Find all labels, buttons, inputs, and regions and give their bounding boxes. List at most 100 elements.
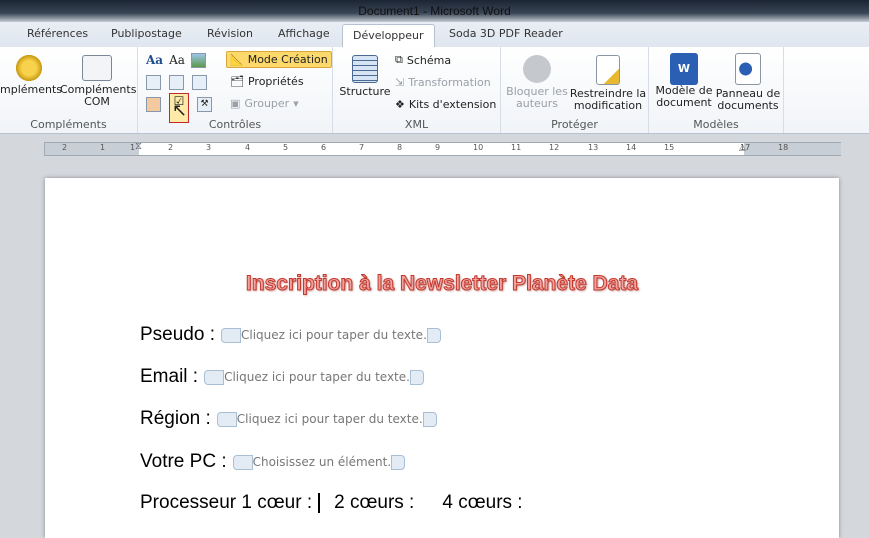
- window-title: Document1 - Microsoft Word: [358, 4, 511, 18]
- panneau-documents-button[interactable]: Panneau de documents: [715, 53, 781, 112]
- properties-icon: 🗂: [230, 75, 244, 88]
- mode-creation-label: Mode Création: [247, 53, 328, 66]
- rich-text-control-icon[interactable]: Aa: [146, 53, 163, 68]
- gears-icon: [16, 55, 42, 81]
- legacy-tools-icon[interactable]: ⚒: [197, 97, 212, 112]
- title-bar: Document1 - Microsoft Word: [0, 0, 869, 22]
- group-label: XML: [404, 118, 429, 131]
- placeholder-text: Cliquez ici pour taper du texte.: [236, 412, 423, 426]
- complements-label: mpléments: [0, 83, 63, 96]
- tab-developpeur[interactable]: Développeur: [342, 24, 435, 49]
- modele-document-button[interactable]: W Modèle de document: [653, 53, 715, 109]
- transformation-icon: ⇲: [395, 76, 405, 89]
- field-label: Votre PC :: [140, 451, 227, 472]
- proprietes-button[interactable]: 🗂 Propriétés: [230, 75, 304, 88]
- document-lock-icon: [596, 55, 620, 85]
- ruler-number: 17: [740, 143, 751, 152]
- indent-marker-icon[interactable]: ⧖: [135, 141, 142, 152]
- design-mode-icon: 📐: [230, 53, 244, 66]
- complements-com-label-2: COM: [84, 95, 110, 108]
- modele-label-2: document: [656, 96, 712, 109]
- kits-label: Kits d'extension: [408, 98, 497, 111]
- expansion-pack-icon: ❖: [395, 98, 405, 111]
- ruler-number: 9: [435, 143, 441, 152]
- pseudo-content-control[interactable]: Cliquez ici pour taper du texte.: [221, 327, 441, 343]
- chevron-down-icon: ▼: [293, 99, 299, 108]
- ruler-number: 5: [283, 143, 289, 152]
- ribbon-tabs: Références Publipostage Révision Afficha…: [0, 22, 869, 49]
- panneau-label-2: documents: [717, 99, 779, 112]
- combo-box-icon[interactable]: [169, 75, 184, 90]
- transformation-button[interactable]: ⇲ Transformation: [395, 76, 491, 89]
- placeholder-text: Cliquez ici pour taper du texte.: [224, 370, 410, 384]
- building-block-icon[interactable]: [146, 75, 161, 90]
- group-label: Contrôles: [208, 118, 262, 131]
- mouse-pointer-icon: ↖: [172, 100, 188, 121]
- date-picker-icon[interactable]: [146, 97, 161, 112]
- ruler-number: 2: [62, 143, 68, 152]
- tab-publipostage[interactable]: Publipostage: [111, 27, 182, 40]
- group-modeles: W Modèle de document Panneau de document…: [649, 47, 784, 133]
- complements-com-button[interactable]: Compléments COM: [60, 55, 136, 108]
- group-label: Compléments: [30, 118, 107, 131]
- plain-text-control-icon[interactable]: Aa: [169, 53, 185, 68]
- field-label: Email :: [140, 366, 199, 387]
- placeholder-text: Choisissez un élément.: [252, 455, 392, 469]
- processor-4-label: 4 cœurs :: [442, 492, 523, 513]
- email-content-control[interactable]: Cliquez ici pour taper du texte.: [204, 369, 424, 385]
- ruler-number: 1: [100, 143, 106, 152]
- ribbon: mpléments Compléments COM Compléments Aa…: [0, 47, 869, 134]
- ruler-number: 6: [321, 143, 327, 152]
- processor-1-label: Processeur 1 cœur :: [140, 492, 313, 513]
- restreindre-modification-button[interactable]: Restreindre la modification: [569, 55, 647, 112]
- ruler-number: 15: [664, 143, 675, 152]
- grouper-button[interactable]: ▣ Grouper ▼: [230, 97, 299, 110]
- bloquer-label-2: auteurs: [515, 97, 559, 110]
- dropdown-list-icon[interactable]: [192, 75, 207, 90]
- ruler-number: 8: [397, 143, 403, 152]
- tab-soda-pdf[interactable]: Soda 3D PDF Reader: [449, 27, 563, 40]
- restreindre-label-2: modification: [573, 99, 643, 112]
- pc-dropdown-control[interactable]: Choisissez un élément.: [232, 454, 406, 470]
- ruler-number: 12: [549, 143, 560, 152]
- field-label: Région :: [140, 408, 211, 429]
- proprietes-label: Propriétés: [247, 75, 304, 88]
- structure-button[interactable]: Structure: [337, 55, 393, 98]
- ruler-number: 18: [778, 143, 789, 152]
- tab-references[interactable]: Références: [27, 27, 88, 40]
- region-content-control[interactable]: Cliquez ici pour taper du texte.: [216, 411, 437, 427]
- document-info-icon: [735, 53, 761, 85]
- horizontal-ruler[interactable]: 2 1 ⧖ △ 1 2 3 4 5 6 7 8 9 10 11 12 13 14 15 17 18: [44, 141, 841, 156]
- schema-icon: ⧉: [395, 53, 403, 66]
- field-row-pc: Votre PC : Choisissez un élément.: [140, 451, 406, 473]
- group-label: Protéger: [551, 118, 598, 131]
- complements-button[interactable]: mpléments: [0, 55, 62, 96]
- tab-affichage[interactable]: Affichage: [278, 27, 330, 40]
- tab-revision[interactable]: Révision: [207, 27, 253, 40]
- ruler-number: 11: [511, 143, 522, 152]
- block-authors-icon: [523, 55, 551, 83]
- list-gear-icon: [82, 55, 112, 81]
- mode-creation-button[interactable]: 📐 Mode Création: [226, 51, 332, 68]
- group-complements: mpléments Compléments COM Compléments: [0, 47, 138, 133]
- word-template-icon: W: [670, 53, 698, 85]
- field-row-region: Région : Cliquez ici pour taper du texte…: [140, 408, 437, 430]
- ruler-number: 1: [130, 143, 136, 152]
- ruler-number: 14: [626, 143, 637, 152]
- ruler-number: 7: [359, 143, 365, 152]
- ruler-number: 4: [245, 143, 251, 152]
- bloquer-auteurs-button[interactable]: Bloquer les auteurs: [505, 55, 569, 110]
- kits-extension-button[interactable]: ❖ Kits d'extension: [395, 98, 496, 111]
- document-page[interactable]: Inscription à la Newsletter Planète Data…: [45, 178, 839, 538]
- ruler-number: 10: [473, 143, 484, 152]
- field-row-pseudo: Pseudo : Cliquez ici pour taper du texte…: [140, 324, 441, 346]
- ruler-number: 2: [168, 143, 174, 152]
- processor-2-label: 2 cœurs :: [334, 492, 415, 513]
- schema-label: Schéma: [406, 53, 452, 67]
- ruler-number: 13: [588, 143, 599, 152]
- picture-control-icon[interactable]: [190, 53, 206, 68]
- group-label: Modèles: [693, 118, 739, 131]
- grouper-label: Grouper: [244, 97, 290, 110]
- text-cursor: [318, 493, 321, 513]
- schema-button[interactable]: ⧉ Schéma: [395, 53, 451, 67]
